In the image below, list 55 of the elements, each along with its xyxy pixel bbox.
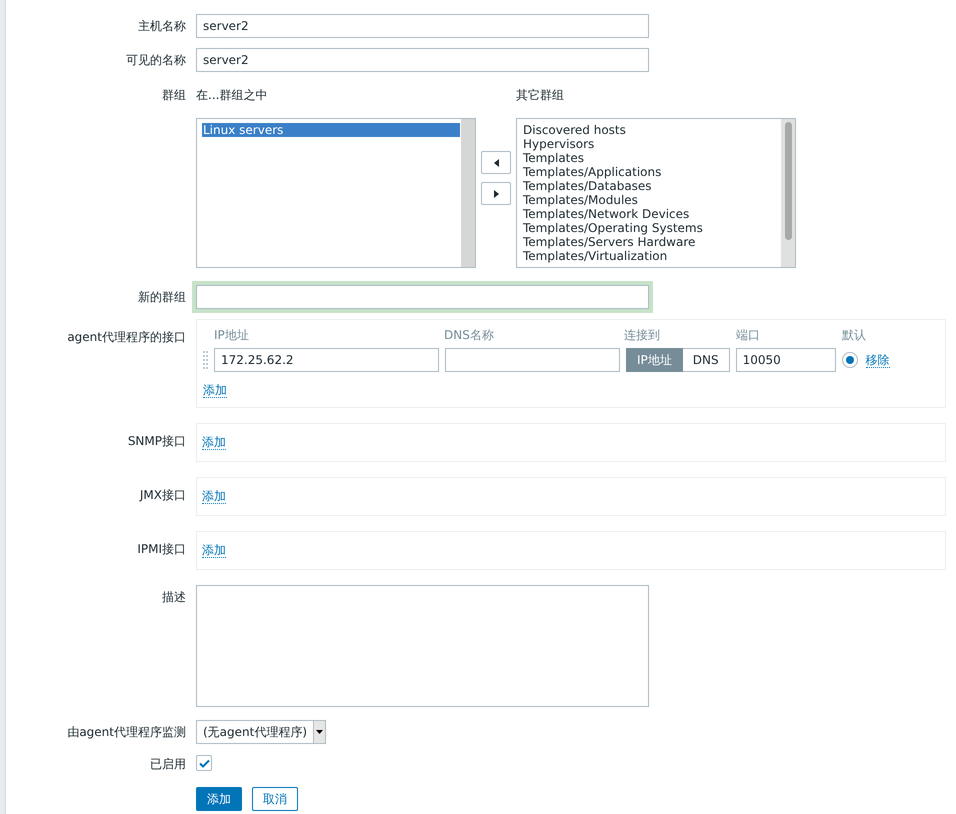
- list-item[interactable]: Discovered hosts: [522, 123, 780, 137]
- list-heading: 在...群组之中: [196, 88, 268, 102]
- field-label: 由agent代理程序监测: [66, 724, 186, 739]
- field-label: 已启用: [149, 756, 186, 771]
- add-link[interactable]: 添加: [202, 543, 226, 558]
- field-label: agent代理程序的接口: [66, 329, 186, 344]
- text-field[interactable]: server2: [196, 14, 649, 38]
- proxy-select[interactable]: (无agent代理程序): [196, 720, 326, 744]
- move-right-button[interactable]: [481, 182, 511, 205]
- radio-button[interactable]: [842, 352, 858, 368]
- list-item[interactable]: Templates/Operating Systems: [522, 221, 780, 235]
- field-label: 群组: [161, 88, 186, 102]
- list-item[interactable]: Templates/Servers Hardware: [522, 235, 780, 249]
- add-link[interactable]: 添加: [202, 435, 226, 450]
- add-link[interactable]: 添加: [202, 489, 226, 504]
- field-label: 新的群组: [137, 289, 186, 304]
- column-header: 端口: [736, 328, 761, 342]
- field-label: 主机名称: [137, 18, 186, 33]
- list-item[interactable]: Linux servers: [202, 123, 460, 137]
- caret-icon: [316, 730, 324, 734]
- ip-field[interactable]: 172.25.62.2: [214, 348, 439, 372]
- field-label: 可见的名称: [125, 52, 186, 67]
- checkbox[interactable]: [196, 755, 212, 771]
- group-listbox[interactable]: Linux servers: [196, 118, 476, 268]
- text-field[interactable]: server2: [196, 48, 649, 72]
- list-item[interactable]: Templates/Modules: [522, 193, 780, 207]
- add-button[interactable]: 添加: [196, 787, 242, 811]
- list-item[interactable]: Hypervisors: [522, 137, 780, 151]
- dns-field[interactable]: [445, 348, 620, 372]
- port-field[interactable]: 10050: [736, 348, 836, 372]
- field-label: IPMI接口: [136, 541, 186, 556]
- column-header: 默认: [842, 328, 867, 342]
- cancel-button[interactable]: 取消: [252, 787, 298, 811]
- column-header: 连接到: [624, 328, 661, 342]
- list-item[interactable]: Templates/Applications: [522, 165, 780, 179]
- list-item[interactable]: Templates/Network Devices: [522, 207, 780, 221]
- list-item[interactable]: Templates: [522, 151, 780, 165]
- field-label: SNMP接口: [126, 433, 186, 448]
- drag-handle-icon[interactable]: [203, 350, 208, 370]
- list-item[interactable]: Templates/Virtualization: [522, 249, 780, 263]
- toggle-option[interactable]: DNS: [682, 348, 730, 372]
- move-left-button[interactable]: [481, 151, 511, 174]
- field-label: JMX接口: [138, 487, 186, 502]
- column-header: IP地址: [214, 328, 250, 342]
- column-header: DNS名称: [444, 328, 495, 342]
- group-listbox[interactable]: [516, 118, 796, 268]
- checkmark-icon: [198, 758, 210, 768]
- text-field[interactable]: [196, 285, 649, 309]
- list-item[interactable]: Templates/Databases: [522, 179, 780, 193]
- right-triangle-icon: [492, 188, 500, 198]
- list-heading: 其它群组: [516, 88, 565, 102]
- left-triangle-icon: [492, 158, 500, 168]
- remove-link[interactable]: 移除: [866, 352, 890, 368]
- field-label: 描述: [161, 589, 186, 604]
- add-link[interactable]: 添加: [203, 383, 227, 398]
